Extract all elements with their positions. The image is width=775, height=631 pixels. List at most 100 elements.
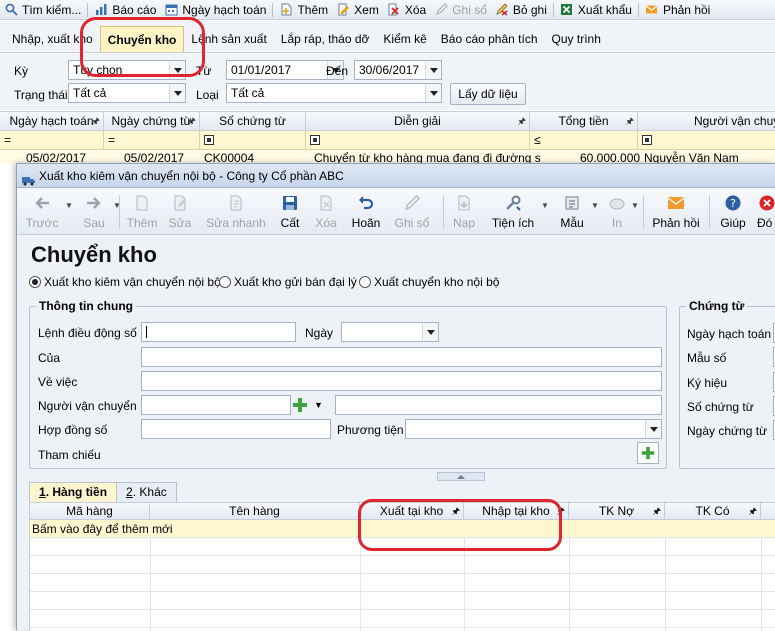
- add-button[interactable]: Thêm: [275, 0, 332, 19]
- table-row[interactable]: [30, 556, 775, 574]
- pin-icon[interactable]: 🖈: [92, 112, 100, 131]
- tab-lap-rap-thao-do[interactable]: Lắp ráp, tháo dỡ: [274, 26, 377, 52]
- edit-button[interactable]: Sửa: [165, 193, 195, 233]
- column-header[interactable]: Nhập tại kho 🖈: [464, 503, 569, 520]
- filter-op-icon[interactable]: [204, 135, 214, 145]
- previous-button[interactable]: Trước ▼: [23, 193, 73, 233]
- column-header[interactable]: Người vận chuyển: [638, 112, 775, 131]
- radio-option-agent-consignment[interactable]: Xuất kho gửi bán đại lý: [219, 275, 357, 289]
- vehicle-select[interactable]: [405, 419, 662, 439]
- add-button[interactable]: Thêm: [123, 193, 161, 233]
- carrier-name-input[interactable]: [335, 395, 662, 415]
- radio-option-internal-transfer[interactable]: Xuất chuyển kho nội bộ: [359, 275, 499, 289]
- search-button[interactable]: Tìm kiếm...: [0, 0, 85, 19]
- export-button[interactable]: Xuất khẩu: [556, 0, 636, 19]
- column-header[interactable]: TK Có 🖈: [665, 503, 761, 520]
- pin-icon[interactable]: 🖈: [452, 503, 460, 520]
- contract-input[interactable]: [141, 419, 331, 439]
- undo-button[interactable]: Hoãn: [349, 193, 383, 233]
- posting-date-button[interactable]: Ngày hạch toán: [160, 0, 270, 19]
- carrier-code-input[interactable]: [141, 395, 291, 415]
- column-header[interactable]: Tổng tiền 🖈: [530, 112, 638, 131]
- chevron-down-icon[interactable]: [169, 84, 185, 102]
- column-header[interactable]: Ngày chứng từ 🖈: [104, 112, 200, 131]
- tab-other[interactable]: 2. Khác: [116, 482, 177, 502]
- utilities-button[interactable]: Tiện ích ▼: [491, 193, 549, 233]
- column-header[interactable]: Xuất tại kho 🖈: [360, 503, 464, 520]
- add-plus-icon[interactable]: [292, 397, 308, 413]
- table-row[interactable]: [30, 592, 775, 610]
- tab-lenh-san-xuat[interactable]: Lệnh sản xuất: [184, 26, 273, 52]
- delete-button[interactable]: Xóa: [311, 193, 341, 233]
- chevron-down-icon[interactable]: ▼: [541, 201, 549, 210]
- close-button[interactable]: Đó: [757, 193, 775, 233]
- pin-icon[interactable]: 🖈: [626, 112, 634, 131]
- column-header[interactable]: Diễn giải 🖈: [306, 112, 530, 131]
- reload-button[interactable]: Nạp: [449, 193, 479, 233]
- delete-button[interactable]: Xóa: [383, 0, 430, 19]
- to-date-input[interactable]: 30/06/2017: [354, 60, 442, 80]
- table-row[interactable]: [30, 538, 775, 556]
- of-input[interactable]: [141, 347, 662, 367]
- tab-quy-trinh[interactable]: Quy trình: [545, 26, 608, 52]
- unpost-button[interactable]: Bỏ ghi: [491, 0, 551, 19]
- column-header[interactable]: Mã hàng: [30, 503, 150, 520]
- radio-option-internal-transport[interactable]: Xuất kho kiêm vận chuyển nội bộ: [29, 275, 221, 289]
- pin-icon[interactable]: 🖈: [188, 112, 196, 131]
- filter-op-icon[interactable]: [642, 135, 652, 145]
- feedback-button[interactable]: Phản hồi: [641, 0, 714, 19]
- chevron-down-icon[interactable]: [169, 61, 185, 79]
- radio-checked-icon[interactable]: [29, 276, 41, 288]
- quick-edit-button[interactable]: Sửa nhanh: [205, 193, 267, 233]
- column-header[interactable]: Số chứng từ: [200, 112, 306, 131]
- chevron-down-icon[interactable]: [425, 61, 441, 79]
- tab-bao-cao-phan-tich[interactable]: Báo cáo phân tích: [434, 26, 545, 52]
- tab-chuyen-kho[interactable]: Chuyển kho: [99, 26, 185, 52]
- chevron-down-icon[interactable]: ▼: [591, 201, 599, 210]
- filter-op-icon[interactable]: [310, 135, 320, 145]
- add-new-row[interactable]: Bấm vào đây để thêm mới: [30, 520, 775, 538]
- dialog-title-bar[interactable]: Xuất kho kiêm vận chuyển nội bộ - Công t…: [17, 164, 775, 188]
- radio-unchecked-icon[interactable]: [219, 276, 231, 288]
- post-button[interactable]: Ghi sổ: [393, 193, 431, 233]
- chevron-down-icon[interactable]: [425, 84, 441, 102]
- tab-kiem-ke[interactable]: Kiểm kê: [376, 26, 433, 52]
- help-button[interactable]: ? Giúp: [717, 193, 749, 233]
- filter-cell[interactable]: [638, 131, 775, 149]
- status-select[interactable]: Tất cả: [68, 83, 186, 103]
- filter-cell[interactable]: [200, 131, 306, 149]
- filter-cell[interactable]: =: [0, 131, 104, 149]
- load-data-button[interactable]: Lấy dữ liệu: [450, 83, 526, 105]
- feedback-button[interactable]: Phản hồi: [651, 193, 701, 233]
- view-button[interactable]: Xem: [332, 0, 383, 19]
- tab-nhap-xuat-kho[interactable]: Nhập, xuất kho: [0, 26, 100, 52]
- chevron-down-icon[interactable]: [645, 420, 661, 438]
- pin-icon[interactable]: 🖈: [749, 503, 757, 520]
- subject-input[interactable]: [141, 371, 662, 391]
- pin-icon[interactable]: 🖈: [557, 503, 565, 520]
- post-button[interactable]: Ghi sổ: [430, 0, 491, 19]
- chevron-down-icon[interactable]: ▼: [314, 400, 323, 410]
- period-select[interactable]: Tùy chọn: [68, 60, 186, 80]
- table-row[interactable]: [30, 574, 775, 592]
- report-button[interactable]: Báo cáo: [90, 0, 160, 19]
- column-header[interactable]: Tên hàng: [150, 503, 360, 520]
- chevron-down-icon[interactable]: [422, 323, 438, 341]
- type-select[interactable]: Tất cả: [226, 83, 442, 103]
- table-row[interactable]: 05/02/2017 05/02/2017 CK00004 Chuyển từ …: [0, 150, 775, 164]
- template-button[interactable]: Mẫu ▼: [557, 193, 599, 233]
- chevron-down-icon[interactable]: ▼: [65, 201, 73, 210]
- print-button[interactable]: In ▼: [605, 193, 639, 233]
- filter-cell[interactable]: ≤: [530, 131, 638, 149]
- column-header[interactable]: Ngày hạch toán 🖈: [0, 112, 104, 131]
- add-reference-button[interactable]: [637, 442, 659, 464]
- pin-icon[interactable]: 🖈: [518, 112, 526, 131]
- next-button[interactable]: Sau ▼: [79, 193, 121, 233]
- order-number-input[interactable]: [141, 322, 296, 342]
- collapse-handle[interactable]: [437, 472, 485, 481]
- tab-goods-money[interactable]: 1. Hàng tiền: [29, 482, 118, 502]
- table-row[interactable]: [30, 610, 775, 628]
- radio-unchecked-icon[interactable]: [359, 276, 371, 288]
- order-date-input[interactable]: [341, 322, 439, 342]
- column-header[interactable]: TK Nợ 🖈: [569, 503, 665, 520]
